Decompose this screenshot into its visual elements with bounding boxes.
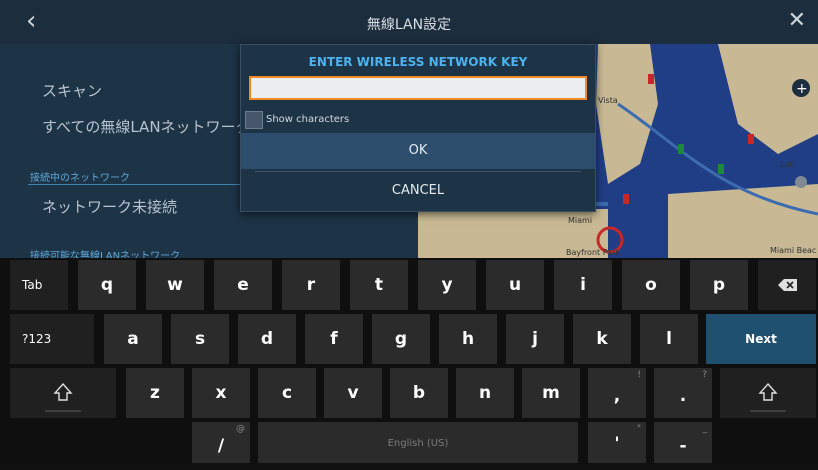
map-label-miami: Miami	[568, 216, 593, 225]
wireless-key-dialog: ENTER WIRELESS NETWORK KEY Show characte…	[240, 44, 596, 212]
connected-network-section-header: 接続中のネットワーク	[30, 173, 130, 184]
key-p[interactable]: p	[690, 260, 748, 310]
key-slash-hint: @	[236, 424, 245, 434]
key-m[interactable]: m	[522, 368, 580, 418]
show-characters-label[interactable]: Show characters	[266, 114, 349, 125]
map-label-lak: Lak	[780, 160, 794, 169]
key-q[interactable]: q	[78, 260, 136, 310]
backspace-key[interactable]	[758, 260, 816, 310]
button-divider	[255, 171, 581, 172]
map-label-miami-beach: Miami Beac	[770, 246, 817, 255]
key-dash[interactable]: - _	[654, 422, 712, 463]
key-u[interactable]: u	[486, 260, 544, 310]
show-all-networks-item[interactable]: すべての無線LANネットワークを	[42, 116, 266, 137]
key-l[interactable]: l	[640, 314, 698, 364]
key-a[interactable]: a	[104, 314, 162, 364]
key-apostrophe[interactable]: ' "	[588, 422, 646, 463]
key-o[interactable]: o	[622, 260, 680, 310]
title-bar: ‹ 無線LAN設定 ✕	[0, 0, 818, 44]
key-g[interactable]: g	[372, 314, 430, 364]
key-comma-label: ,	[613, 386, 621, 406]
key-j[interactable]: j	[506, 314, 564, 364]
key-e[interactable]: e	[214, 260, 272, 310]
key-dash-label: -	[679, 436, 687, 456]
key-slash[interactable]: / @	[192, 422, 250, 463]
backspace-icon	[778, 279, 797, 291]
map-label-bayfront-park: Bayfront Park	[566, 248, 620, 257]
show-characters-checkbox[interactable]	[245, 111, 263, 129]
current-network-item[interactable]: ネットワーク未接続	[42, 196, 177, 217]
key-x[interactable]: x	[192, 368, 250, 418]
key-period[interactable]: . ?	[654, 368, 712, 418]
key-f[interactable]: f	[305, 314, 363, 364]
key-w[interactable]: w	[146, 260, 204, 310]
key-v[interactable]: v	[324, 368, 382, 418]
key-i[interactable]: i	[554, 260, 612, 310]
tab-key[interactable]: Tab	[10, 260, 68, 310]
key-dash-hint: _	[702, 424, 708, 434]
key-apostrophe-hint: "	[636, 424, 641, 434]
scan-item[interactable]: スキャン	[42, 80, 102, 101]
key-b[interactable]: b	[390, 368, 448, 418]
on-screen-keyboard: Tab q w e r t y u i o p ?123 a s d f g h…	[0, 258, 818, 463]
key-comma-hint: !	[637, 370, 641, 380]
key-apostrophe-label: '	[614, 434, 620, 454]
next-key[interactable]: Next	[706, 314, 816, 364]
key-s[interactable]: s	[171, 314, 229, 364]
ok-button[interactable]: OK	[241, 133, 595, 169]
key-period-label: .	[679, 386, 687, 406]
key-period-hint: ?	[702, 370, 707, 380]
key-slash-label: /	[217, 436, 225, 456]
shift-key-right[interactable]	[720, 368, 816, 418]
space-bar[interactable]: English (US)	[258, 422, 578, 463]
key-y[interactable]: y	[418, 260, 476, 310]
key-c[interactable]: c	[258, 368, 316, 418]
map-label-vista: Vista	[598, 96, 618, 105]
key-h[interactable]: h	[439, 314, 497, 364]
shift-key-left[interactable]	[10, 368, 116, 418]
symbols-key[interactable]: ?123	[10, 314, 94, 364]
key-z[interactable]: z	[126, 368, 184, 418]
key-k[interactable]: k	[573, 314, 631, 364]
network-key-input[interactable]	[249, 76, 587, 100]
svg-text:+: +	[796, 81, 808, 97]
key-d[interactable]: d	[238, 314, 296, 364]
key-comma[interactable]: , !	[588, 368, 646, 418]
page-title: 無線LAN設定	[366, 17, 452, 33]
key-t[interactable]: t	[350, 260, 408, 310]
key-n[interactable]: n	[456, 368, 514, 418]
key-r[interactable]: r	[282, 260, 340, 310]
dialog-title: ENTER WIRELESS NETWORK KEY	[308, 55, 528, 69]
cancel-button[interactable]: CANCEL	[241, 173, 595, 209]
close-icon[interactable]: ✕	[788, 10, 806, 32]
